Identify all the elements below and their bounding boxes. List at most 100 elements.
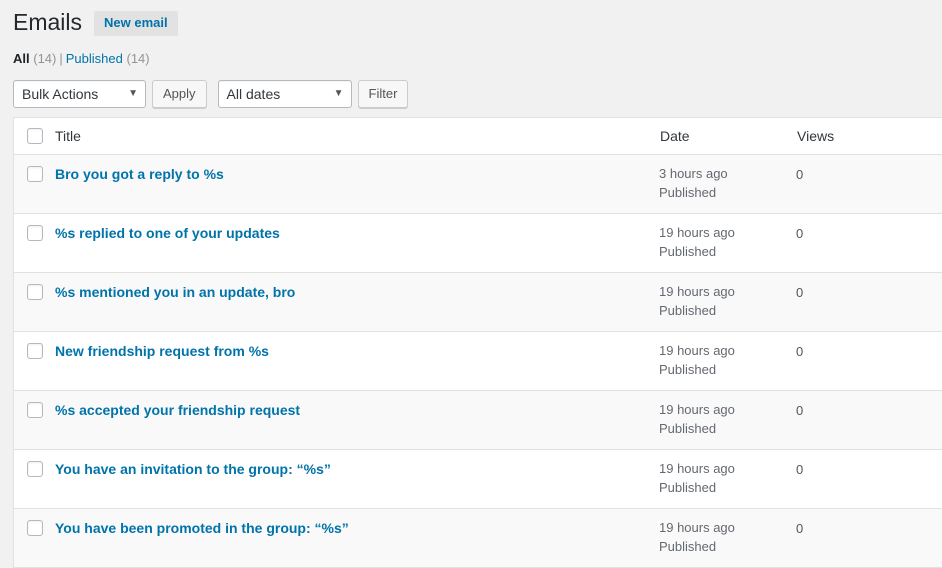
row-select-cell <box>14 450 55 509</box>
row-title-cell: You have been promoted in the group: “%s… <box>55 509 659 568</box>
emails-list-table: Title Date Views Bro you got a reply to … <box>13 117 942 568</box>
row-select-checkbox[interactable] <box>26 225 43 241</box>
row-views-cell: 0 <box>796 273 942 332</box>
row-date-value: 19 hours ago <box>659 461 735 476</box>
table-row: %s accepted your friendship request 19 ho… <box>14 391 942 450</box>
row-views-cell: 0 <box>796 509 942 568</box>
row-title-cell: Bro you got a reply to %s <box>55 155 659 214</box>
row-views-cell: 0 <box>796 391 942 450</box>
row-select-checkbox[interactable] <box>26 461 43 477</box>
row-date-cell: 19 hours ago Published <box>659 509 796 568</box>
table-row: New friendship request from %s 19 hours a… <box>14 332 942 391</box>
row-date-value: 19 hours ago <box>659 343 735 358</box>
row-date-value: 3 hours ago <box>659 166 728 181</box>
row-title-cell: %s accepted your friendship request <box>55 391 659 450</box>
row-select-checkbox[interactable] <box>26 166 43 182</box>
row-select-cell <box>14 509 55 568</box>
table-header-row: Title Date Views <box>14 118 942 155</box>
row-views-cell: 0 <box>796 332 942 391</box>
row-date-cell: 19 hours ago Published <box>659 214 796 273</box>
row-title-link[interactable]: %s mentioned you in an update, bro <box>55 284 295 300</box>
row-title-cell: %s mentioned you in an update, bro <box>55 273 659 332</box>
row-status-value: Published <box>659 185 717 200</box>
views-nav-link-published[interactable]: Published <box>66 51 123 66</box>
bulk-actions-select[interactable]: Bulk Actions ▼ <box>13 80 146 108</box>
table-body: Bro you got a reply to %s 3 hours ago Publ… <box>14 155 942 568</box>
row-date-cell: 19 hours ago Published <box>659 450 796 509</box>
admin-page-wrap: Emails New email All (14) | Published (14)… <box>0 0 942 568</box>
row-select-cell <box>14 332 55 391</box>
row-date-value: 19 hours ago <box>659 520 735 535</box>
row-select-cell <box>14 391 55 450</box>
row-select-checkbox[interactable] <box>26 402 43 418</box>
row-status-value: Published <box>659 362 717 377</box>
row-views-cell: 0 <box>796 214 942 273</box>
column-header-views[interactable]: Views <box>796 118 942 155</box>
table-row: You have been promoted in the group: “%s… <box>14 509 942 568</box>
views-nav: All (14) | Published (14) <box>13 49 942 69</box>
views-nav-count-all: (14) <box>33 51 57 66</box>
select-all-checkbox[interactable] <box>26 128 43 144</box>
table-row: Bro you got a reply to %s 3 hours ago Publ… <box>14 155 942 214</box>
row-status-value: Published <box>659 539 717 554</box>
views-nav-item-published: Published (14) <box>66 51 150 66</box>
row-title-cell: New friendship request from %s <box>55 332 659 391</box>
row-title-link[interactable]: %s replied to one of your updates <box>55 225 280 241</box>
row-title-cell: %s replied to one of your updates <box>55 214 659 273</box>
column-header-views-label: Views <box>797 128 835 144</box>
apply-button[interactable]: Apply <box>152 80 207 108</box>
row-status-value: Published <box>659 303 717 318</box>
row-status-value: Published <box>659 244 717 259</box>
row-select-checkbox[interactable] <box>26 284 43 300</box>
row-views-value: 0 <box>796 403 804 418</box>
table-row: %s replied to one of your updates 19 hour… <box>14 214 942 273</box>
row-select-cell <box>14 214 55 273</box>
table-row: You have an invitation to the group: “%s… <box>14 450 942 509</box>
row-title-link[interactable]: %s accepted your friendship request <box>55 402 300 418</box>
row-status-value: Published <box>659 480 717 495</box>
row-title-link[interactable]: You have an invitation to the group: “%s… <box>55 461 331 477</box>
row-title-link[interactable]: Bro you got a reply to %s <box>55 166 224 182</box>
row-views-value: 0 <box>796 167 804 182</box>
views-nav-count-published: (14) <box>126 51 150 66</box>
views-nav-link-all[interactable]: All <box>13 51 30 66</box>
row-date-value: 19 hours ago <box>659 402 735 417</box>
row-views-value: 0 <box>796 285 804 300</box>
row-date-cell: 19 hours ago Published <box>659 391 796 450</box>
row-views-value: 0 <box>796 521 804 536</box>
row-select-checkbox[interactable] <box>26 343 43 359</box>
row-views-value: 0 <box>796 226 804 241</box>
row-views-cell: 0 <box>796 450 942 509</box>
row-views-value: 0 <box>796 344 804 359</box>
row-views-cell: 0 <box>796 155 942 214</box>
column-header-date[interactable]: Date <box>659 118 796 155</box>
table-row: %s mentioned you in an update, bro 19 hou… <box>14 273 942 332</box>
page-header: Emails New email <box>0 0 942 36</box>
select-all-header <box>14 118 55 155</box>
row-date-cell: 19 hours ago Published <box>659 273 796 332</box>
row-select-checkbox[interactable] <box>26 520 43 536</box>
row-status-value: Published <box>659 421 717 436</box>
row-views-value: 0 <box>796 462 804 477</box>
row-select-cell <box>14 273 55 332</box>
row-title-cell: You have an invitation to the group: “%s… <box>55 450 659 509</box>
new-email-button[interactable]: New email <box>94 11 178 36</box>
table-head: Title Date Views <box>14 118 942 155</box>
row-date-value: 19 hours ago <box>659 225 735 240</box>
views-nav-separator: | <box>59 51 63 66</box>
column-header-title-label: Title <box>55 128 81 144</box>
date-filter-selected-value: All dates <box>226 86 281 102</box>
row-date-cell: 3 hours ago Published <box>659 155 796 214</box>
page-title: Emails <box>13 9 83 35</box>
column-header-title[interactable]: Title <box>55 118 659 155</box>
row-select-cell <box>14 155 55 214</box>
row-date-cell: 19 hours ago Published <box>659 332 796 391</box>
views-nav-item-all: All (14) | <box>13 51 66 66</box>
date-filter-select[interactable]: All dates ▼ <box>217 80 352 108</box>
filter-button[interactable]: Filter <box>357 80 409 108</box>
table-nav-top: Bulk Actions ▼ Apply All dates ▼ Filter <box>13 79 942 109</box>
bulk-actions-selected-value: Bulk Actions <box>22 86 99 102</box>
row-title-link[interactable]: You have been promoted in the group: “%s… <box>55 520 349 536</box>
row-date-value: 19 hours ago <box>659 284 735 299</box>
row-title-link[interactable]: New friendship request from %s <box>55 343 269 359</box>
